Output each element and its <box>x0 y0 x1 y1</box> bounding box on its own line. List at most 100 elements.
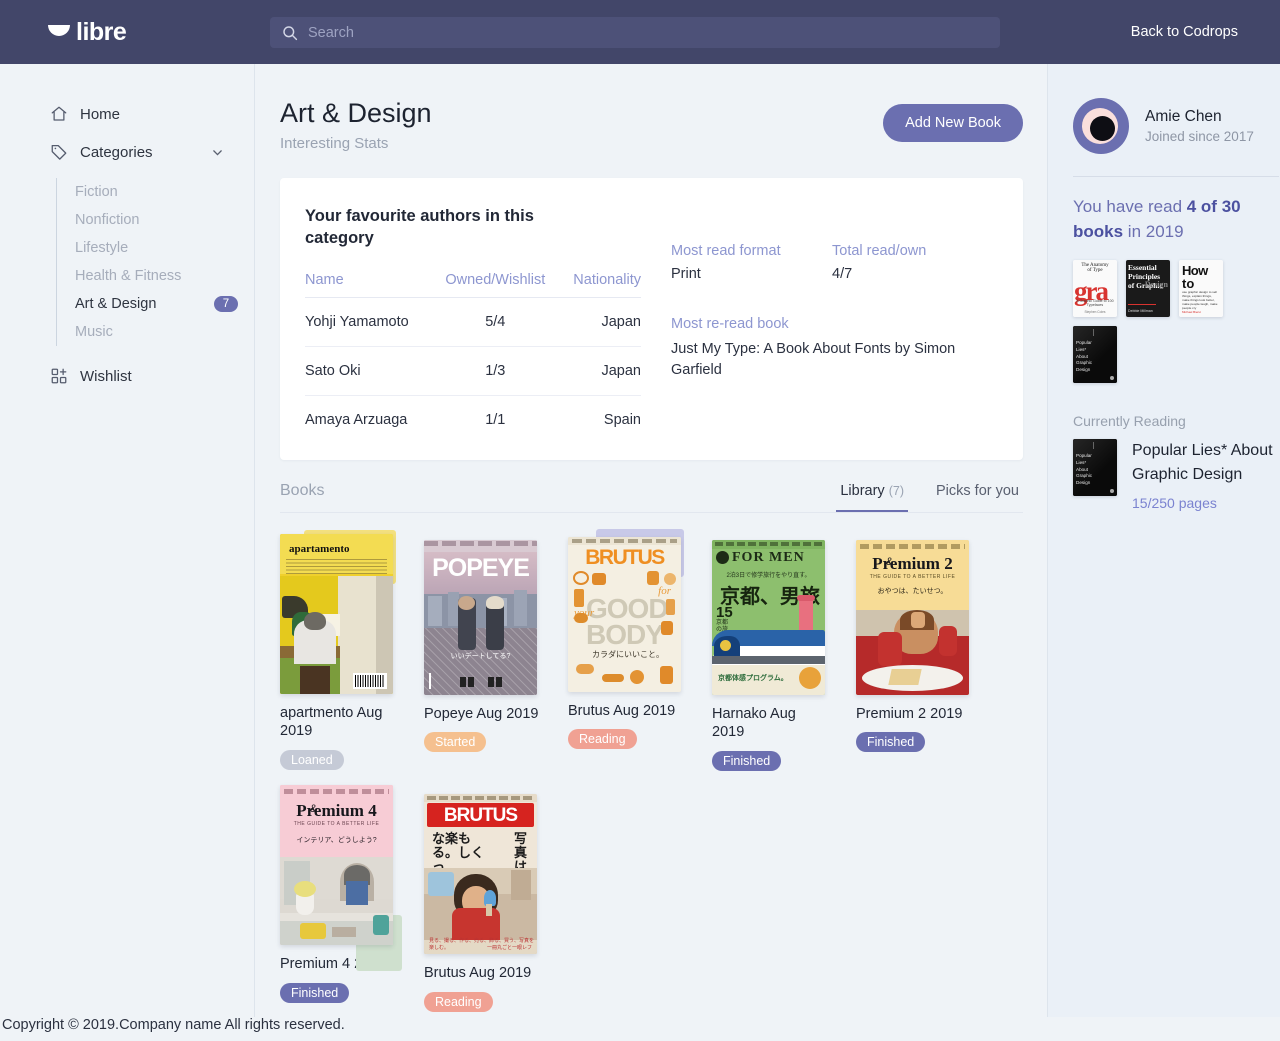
logo-area: libre <box>0 0 255 64</box>
book-cover: BRUTUS GOOD BODY your for カラダにいいこと。 <box>568 537 681 692</box>
app-logo[interactable]: libre <box>48 18 126 47</box>
grid-plus-icon <box>50 367 68 385</box>
book-cover: POPEYE いいデートしてる? <box>424 540 537 695</box>
search-bar[interactable] <box>270 17 1000 48</box>
sidebar-item-fiction[interactable]: Fiction <box>57 178 254 206</box>
author-owned-wishlist: 5/4 <box>433 297 557 346</box>
main-content: Art & Design Interesting Stats Add New B… <box>255 64 1047 1017</box>
book-title: Brutus Aug 2019 <box>568 702 688 721</box>
back-to-codrops-link[interactable]: Back to Codrops <box>1131 0 1238 64</box>
status-badge: Finished <box>280 983 349 1003</box>
book-card[interactable]: apartamento <box>280 535 424 772</box>
table-row: Amaya Arzuaga 1/1 Spain <box>305 395 641 432</box>
tab-library-count: (7) <box>889 484 904 498</box>
author-name: Amaya Arzuaga <box>305 395 433 432</box>
book-card[interactable]: POPEYE いいデートしてる? Popeye Aug 2019 St <box>424 535 568 772</box>
stat-label-most-reread: Most re-read book <box>671 316 993 332</box>
add-new-book-button[interactable]: Add New Book <box>883 104 1023 142</box>
stat-label-total-read-own: Total read/own <box>832 243 993 259</box>
sidebar-label-nonfiction: Nonfiction <box>75 212 139 228</box>
footer: Copyright © 2019.Company name All rights… <box>0 1017 1280 1041</box>
sidebar-item-art-design[interactable]: Art & Design 7 <box>57 290 254 318</box>
favourite-authors-block: Your favourite authors in this category … <box>305 205 641 432</box>
page-title: Art & Design <box>280 98 432 129</box>
avatar <box>1073 98 1129 154</box>
reading-progress-text: You have read 4 of 30 books in 2019 <box>1073 195 1279 244</box>
book-cover: FOR MEN 2泊3日で修学旅行をやり直す。 京都、男旅 15 京都の旅 <box>712 540 825 695</box>
sidebar-item-categories[interactable]: Categories <box>0 136 254 168</box>
stat-most-reread-book: Most re-read book Just My Type: A Book A… <box>671 316 993 381</box>
page-title-block: Art & Design Interesting Stats <box>280 98 432 152</box>
sidebar-label-wishlist: Wishlist <box>80 368 132 385</box>
col-header-name: Name <box>305 272 433 298</box>
sidebar: Home Categories Fiction Nonfiction Lifes… <box>0 64 255 1017</box>
book-card[interactable]: BRUTUS GOOD BODY your for カラダにいいこと。 <box>568 535 712 772</box>
author-nationality: Japan <box>557 297 641 346</box>
col-header-nationality: Nationality <box>557 272 641 298</box>
read-prefix: You have read <box>1073 197 1187 216</box>
chevron-down-icon[interactable] <box>211 146 224 159</box>
status-badge: Finished <box>712 751 781 771</box>
sidebar-item-health-fitness[interactable]: Health & Fitness <box>57 262 254 290</box>
sidebar-item-nonfiction[interactable]: Nonfiction <box>57 206 254 234</box>
tab-picks-for-you[interactable]: Picks for you <box>932 483 1023 512</box>
sidebar-label-health-fitness: Health & Fitness <box>75 268 181 284</box>
author-owned-wishlist: 1/1 <box>433 395 557 432</box>
book-cover: Premium 2 & THE GUIDE TO A BETTER LIFE お… <box>856 540 969 695</box>
currently-reading-label: Currently Reading <box>1073 413 1279 429</box>
sidebar-label-lifestyle: Lifestyle <box>75 240 128 256</box>
user-name: Amie Chen <box>1145 108 1254 126</box>
tab-library[interactable]: Library (7) <box>836 483 908 512</box>
avatar-pupil-shape <box>1090 116 1115 141</box>
read-book-thumb[interactable]: How to use graphic design to sell things… <box>1179 260 1223 317</box>
currently-reading-cover: PopularLies*AboutGraphicDesign <box>1073 439 1117 496</box>
stat-total-read-own: Total read/own 4/7 <box>832 243 993 282</box>
book-card[interactable]: FOR MEN 2泊3日で修学旅行をやり直す。 京都、男旅 15 京都の旅 <box>712 535 856 772</box>
copyright-text: Copyright © 2019.Company name All rights… <box>2 1017 345 1033</box>
home-icon <box>50 105 68 123</box>
currently-reading-text: Popular Lies* About Graphic Design 15/25… <box>1132 439 1279 511</box>
search-input[interactable] <box>308 25 988 41</box>
read-book-thumb[interactable]: The Anatomyof Type gra A Graphic Guide t… <box>1073 260 1117 317</box>
book-cover: Premium 4 & THE GUIDE TO A BETTER LIFE イ… <box>280 785 393 945</box>
stat-label-most-read-format: Most read format <box>671 243 832 259</box>
book-grid: apartamento <box>280 535 1023 1013</box>
sidebar-badge-art-design: 7 <box>214 296 238 312</box>
sidebar-item-lifestyle[interactable]: Lifestyle <box>57 234 254 262</box>
user-profile[interactable]: Amie Chen Joined since 2017 <box>1073 98 1279 154</box>
currently-reading-pages: 15/250 pages <box>1132 495 1279 511</box>
stat-value-most-reread: Just My Type: A Book About Fonts by Simo… <box>671 339 993 381</box>
panel-divider <box>1073 176 1279 177</box>
book-card[interactable]: Premium 4 & THE GUIDE TO A BETTER LIFE イ… <box>280 785 424 1012</box>
stats-card: Your favourite authors in this category … <box>280 178 1023 460</box>
book-cover: BRUTUS な楽もる。しくっ 写真は 見る、撮る、作る、売る、飾る <box>424 794 537 954</box>
tag-icon <box>50 143 68 161</box>
book-title: Premium 2 2019 <box>856 705 976 724</box>
book-title: Popeye Aug 2019 <box>424 705 544 724</box>
read-book-thumb[interactable]: PopularLies*AboutGraphicDesign <box>1073 326 1117 383</box>
author-nationality: Spain <box>557 395 641 432</box>
read-book-thumb[interactable]: EssentialPrinciplesof Graphic Design Deb… <box>1126 260 1170 317</box>
book-title: Brutus Aug 2019 <box>424 964 544 983</box>
table-row: Sato Oki 1/3 Japan <box>305 346 641 395</box>
book-title: Harnako Aug 2019 <box>712 705 832 743</box>
book-card[interactable]: Premium 2 & THE GUIDE TO A BETTER LIFE お… <box>856 535 1000 772</box>
book-card[interactable]: BRUTUS な楽もる。しくっ 写真は 見る、撮る、作る、売る、飾る <box>424 785 568 1012</box>
sidebar-label-categories: Categories <box>80 144 153 161</box>
author-owned-wishlist: 1/3 <box>433 346 557 395</box>
sidebar-label-home: Home <box>80 106 120 123</box>
right-panel: Amie Chen Joined since 2017 You have rea… <box>1047 64 1280 1017</box>
currently-reading-item[interactable]: PopularLies*AboutGraphicDesign Popular L… <box>1073 439 1279 511</box>
book-title: apartmento Aug 2019 <box>280 704 400 742</box>
sidebar-label-art-design: Art & Design <box>75 296 156 312</box>
read-suffix: in 2019 <box>1123 222 1184 241</box>
tab-picks-label: Picks for you <box>936 483 1019 499</box>
col-header-owned-wishlist: Owned/Wishlist <box>433 272 557 298</box>
logo-text: libre <box>76 18 126 47</box>
currently-reading-title: Popular Lies* About Graphic Design <box>1132 439 1279 487</box>
sidebar-item-wishlist[interactable]: Wishlist <box>0 360 254 392</box>
sidebar-item-music[interactable]: Music <box>57 318 254 346</box>
stat-value-total-read-own: 4/7 <box>832 266 993 282</box>
page-subtitle: Interesting Stats <box>280 135 432 152</box>
sidebar-item-home[interactable]: Home <box>0 98 254 130</box>
